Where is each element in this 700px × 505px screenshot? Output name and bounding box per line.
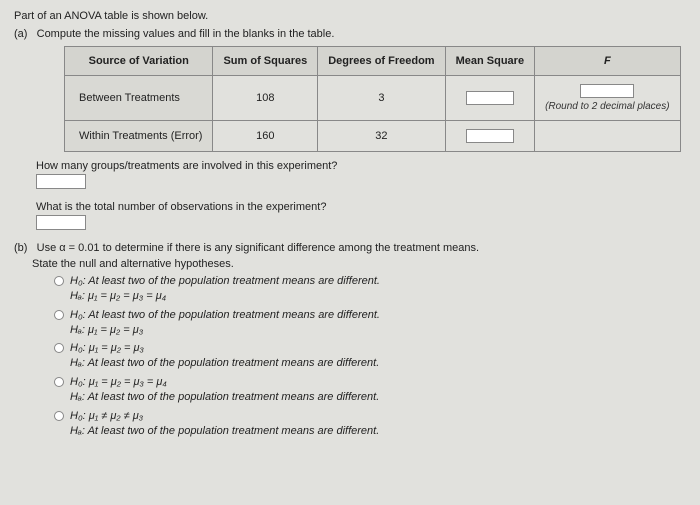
ha-line: Hₐ: At least two of the population treat…	[70, 424, 379, 439]
part-b-label: (b)	[14, 242, 27, 254]
radio-icon	[54, 377, 64, 387]
within-ms-input[interactable]	[466, 129, 514, 143]
part-b-line: (b) Use α = 0.01 to determine if there i…	[14, 242, 686, 254]
within-df: 32	[318, 121, 445, 152]
f-value-input[interactable]	[580, 84, 634, 98]
radio-icon	[54, 343, 64, 353]
within-ms-cell	[445, 121, 534, 152]
alpha-value: 0.01	[78, 242, 99, 254]
option-text: H₀: At least two of the population treat…	[70, 274, 380, 304]
part-a-line: (a) Compute the missing values and fill …	[14, 28, 686, 40]
table-row: Between Treatments 108 3 (Round to 2 dec…	[65, 76, 681, 121]
col-source: Source of Variation	[65, 47, 213, 76]
between-ms-input[interactable]	[466, 91, 514, 105]
part-b-intro-post: to determine if there is any significant…	[100, 242, 480, 254]
radio-icon	[54, 310, 64, 320]
part-a-body: Source of Variation Sum of Squares Degre…	[14, 46, 686, 230]
radio-icon	[54, 411, 64, 421]
h0-line: H₀: μ₁ = μ₂ = μ₃	[70, 341, 379, 356]
groups-answer-input[interactable]	[36, 174, 86, 189]
total-obs-answer-input[interactable]	[36, 215, 86, 230]
col-ss: Sum of Squares	[213, 47, 318, 76]
anova-table: Source of Variation Sum of Squares Degre…	[64, 46, 681, 152]
question-groups: How many groups/treatments are involved …	[36, 160, 686, 172]
h0-line: H₀: At least two of the population treat…	[70, 274, 380, 289]
option-text: H₀: At least two of the population treat…	[70, 308, 380, 338]
f-empty-cell	[535, 121, 681, 152]
part-a-instruction: Compute the missing values and fill in t…	[37, 28, 335, 40]
hypothesis-option-3[interactable]: H₀: μ₁ = μ₂ = μ₃ Hₐ: At least two of the…	[54, 341, 686, 371]
h0-line: H₀: μ₁ = μ₂ = μ₃ = μ₄	[70, 375, 379, 390]
col-df: Degrees of Freedom	[318, 47, 445, 76]
ha-line: Hₐ: μ₁ = μ₂ = μ₃ = μ₄	[70, 289, 380, 304]
col-f: F	[535, 47, 681, 76]
between-ms-cell	[445, 76, 534, 121]
table-header-row: Source of Variation Sum of Squares Degre…	[65, 47, 681, 76]
h0-line: H₀: At least two of the population treat…	[70, 308, 380, 323]
option-text: H₀: μ₁ ≠ μ₂ ≠ μ₃ Hₐ: At least two of the…	[70, 409, 379, 439]
hypothesis-option-5[interactable]: H₀: μ₁ ≠ μ₂ ≠ μ₃ Hₐ: At least two of the…	[54, 409, 686, 439]
state-hypotheses: State the null and alternative hypothese…	[32, 258, 686, 270]
f-cell: (Round to 2 decimal places)	[535, 76, 681, 121]
table-row: Within Treatments (Error) 160 32	[65, 121, 681, 152]
between-ss: 108	[213, 76, 318, 121]
between-source: Between Treatments	[65, 76, 213, 121]
col-ms: Mean Square	[445, 47, 534, 76]
within-ss: 160	[213, 121, 318, 152]
page-root: Part of an ANOVA table is shown below. (…	[0, 0, 700, 450]
between-df: 3	[318, 76, 445, 121]
round-note: (Round to 2 decimal places)	[545, 101, 670, 112]
hypothesis-option-4[interactable]: H₀: μ₁ = μ₂ = μ₃ = μ₄ Hₐ: At least two o…	[54, 375, 686, 405]
ha-line: Hₐ: At least two of the population treat…	[70, 390, 379, 405]
part-b-intro-pre: Use α =	[37, 242, 79, 254]
option-text: H₀: μ₁ = μ₂ = μ₃ Hₐ: At least two of the…	[70, 341, 379, 371]
h0-line: H₀: μ₁ ≠ μ₂ ≠ μ₃	[70, 409, 379, 424]
hypothesis-option-2[interactable]: H₀: At least two of the population treat…	[54, 308, 686, 338]
option-text: H₀: μ₁ = μ₂ = μ₃ = μ₄ Hₐ: At least two o…	[70, 375, 379, 405]
part-a-label: (a)	[14, 28, 27, 40]
radio-icon	[54, 276, 64, 286]
ha-line: Hₐ: μ₁ = μ₂ = μ₃	[70, 323, 380, 338]
hypothesis-option-1[interactable]: H₀: At least two of the population treat…	[54, 274, 686, 304]
within-source: Within Treatments (Error)	[65, 121, 213, 152]
part-b-body: State the null and alternative hypothese…	[14, 258, 686, 438]
intro-text: Part of an ANOVA table is shown below.	[14, 10, 686, 22]
ha-line: Hₐ: At least two of the population treat…	[70, 356, 379, 371]
question-total-obs: What is the total number of observations…	[36, 201, 686, 213]
